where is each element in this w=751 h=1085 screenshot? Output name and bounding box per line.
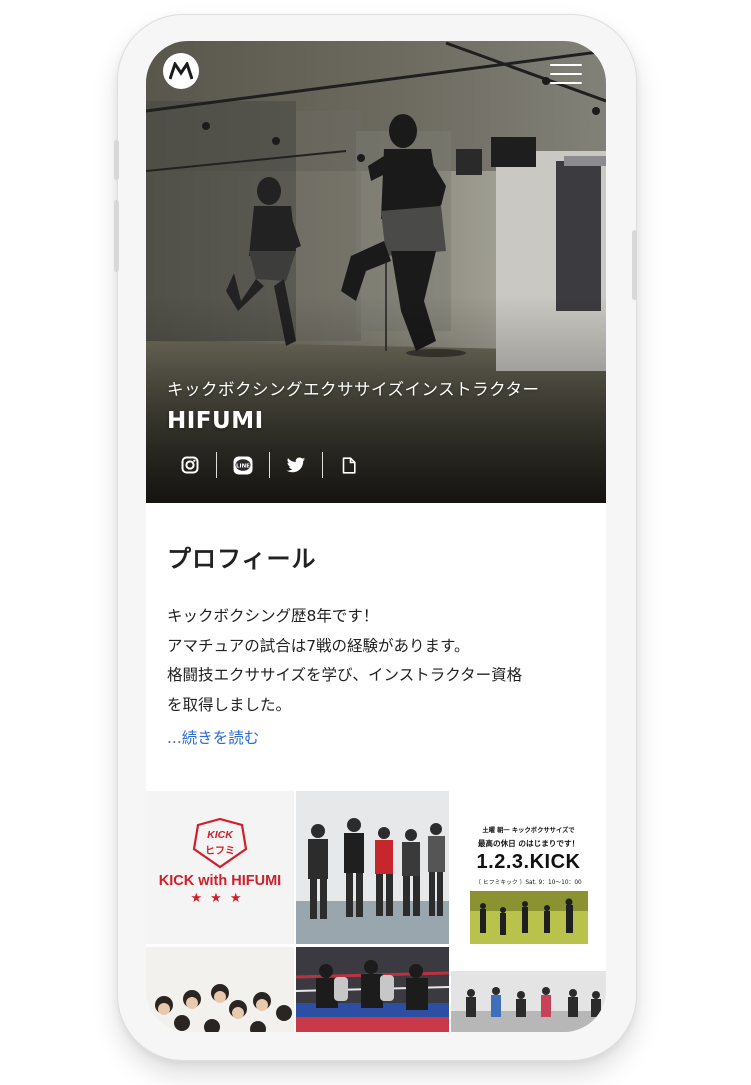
gallery-tile-class-photo[interactable]: [296, 791, 449, 944]
twitter-link[interactable]: [278, 452, 314, 478]
group-photo: [146, 947, 294, 1032]
menu-bar: [550, 82, 582, 84]
flyer-top-text: 土曜 朝一 キックボクササイズで: [482, 827, 575, 834]
kick-caption: KICK with HIFUMI: [158, 873, 282, 889]
twitter-icon: [286, 457, 306, 472]
profile-bio: キックボクシング歴8年です！ アマチュアの試合は7戦の経験があります。 格闘技エ…: [167, 602, 587, 720]
gallery-tile-flyer[interactable]: 土曜 朝一 キックボクササイズで 最高の休日 のはじまりです！ 1.2.3.KI…: [451, 791, 606, 944]
bio-line: 格闘技エクササイズを学び、インストラクター資格: [167, 666, 523, 684]
photo-gallery: KICK ヒフミ KICK with HIFUMI ★★★ 土曜 朝一 キックボ: [146, 791, 606, 1032]
phone-screen: キックボクシングエクササイズインストラクター HIFUMI LINE プロフィー…: [146, 41, 606, 1032]
instagram-link[interactable]: [172, 452, 208, 478]
document-icon: [342, 456, 356, 474]
gallery-tile-logo[interactable]: KICK ヒフミ KICK with HIFUMI ★★★: [146, 791, 294, 944]
line-icon: LINE: [233, 456, 253, 474]
phone-power-button: [632, 230, 637, 300]
hero-name: HIFUMI: [167, 408, 264, 434]
kick-badge-logo: KICK ヒフミ: [192, 817, 248, 869]
star-rating: ★★★: [190, 891, 250, 906]
motorola-logo-icon: [169, 62, 193, 80]
brand-logo[interactable]: [163, 53, 199, 89]
flyer-headline: 最高の休日 のはじまりです！: [477, 839, 580, 848]
profile-section: プロフィール キックボクシング歴8年です！ アマチュアの試合は7戦の経験がありま…: [167, 539, 587, 748]
menu-bar: [550, 64, 582, 66]
studio-photo: [451, 971, 606, 1032]
profile-heading: プロフィール: [167, 545, 317, 573]
social-links: LINE: [172, 452, 367, 478]
badge-line1: KICK: [207, 829, 234, 841]
bio-line: アマチュアの試合は7戦の経験があります。: [167, 636, 470, 655]
flyer-subline: 〔 ヒフミキック 〕Sat. 9：10〜10：00: [475, 880, 582, 886]
hero-section: キックボクシングエクササイズインストラクター HIFUMI LINE: [146, 41, 606, 503]
social-divider: [269, 452, 270, 478]
line-icon-label: LINE: [236, 463, 250, 469]
instagram-icon: [181, 456, 199, 474]
gallery-tile-group-photo[interactable]: [146, 947, 294, 1032]
social-divider: [322, 452, 323, 478]
boxing-photo: [296, 947, 449, 1032]
hamburger-menu-icon[interactable]: [550, 64, 582, 84]
read-more-link[interactable]: ...続きを読む: [167, 726, 259, 748]
document-link[interactable]: [331, 452, 367, 478]
bio-line: を取得しました。: [167, 695, 292, 714]
phone-side-button: [114, 140, 119, 180]
flyer-brand: 1.2.3.KICK: [476, 851, 581, 873]
line-link[interactable]: LINE: [225, 452, 261, 478]
hero-subtitle: キックボクシングエクササイズインストラクター: [167, 380, 540, 399]
flyer-photo: [470, 891, 588, 944]
phone-volume-button: [114, 200, 119, 272]
bio-line: キックボクシング歴8年です！: [167, 607, 379, 625]
gallery-tile-studio-photo[interactable]: [451, 971, 606, 1032]
gallery-tile-boxing-photo[interactable]: [296, 947, 449, 1032]
class-photo: [296, 791, 449, 944]
social-divider: [216, 452, 217, 478]
badge-line2: ヒフミ: [205, 845, 235, 857]
menu-bar: [550, 73, 582, 75]
